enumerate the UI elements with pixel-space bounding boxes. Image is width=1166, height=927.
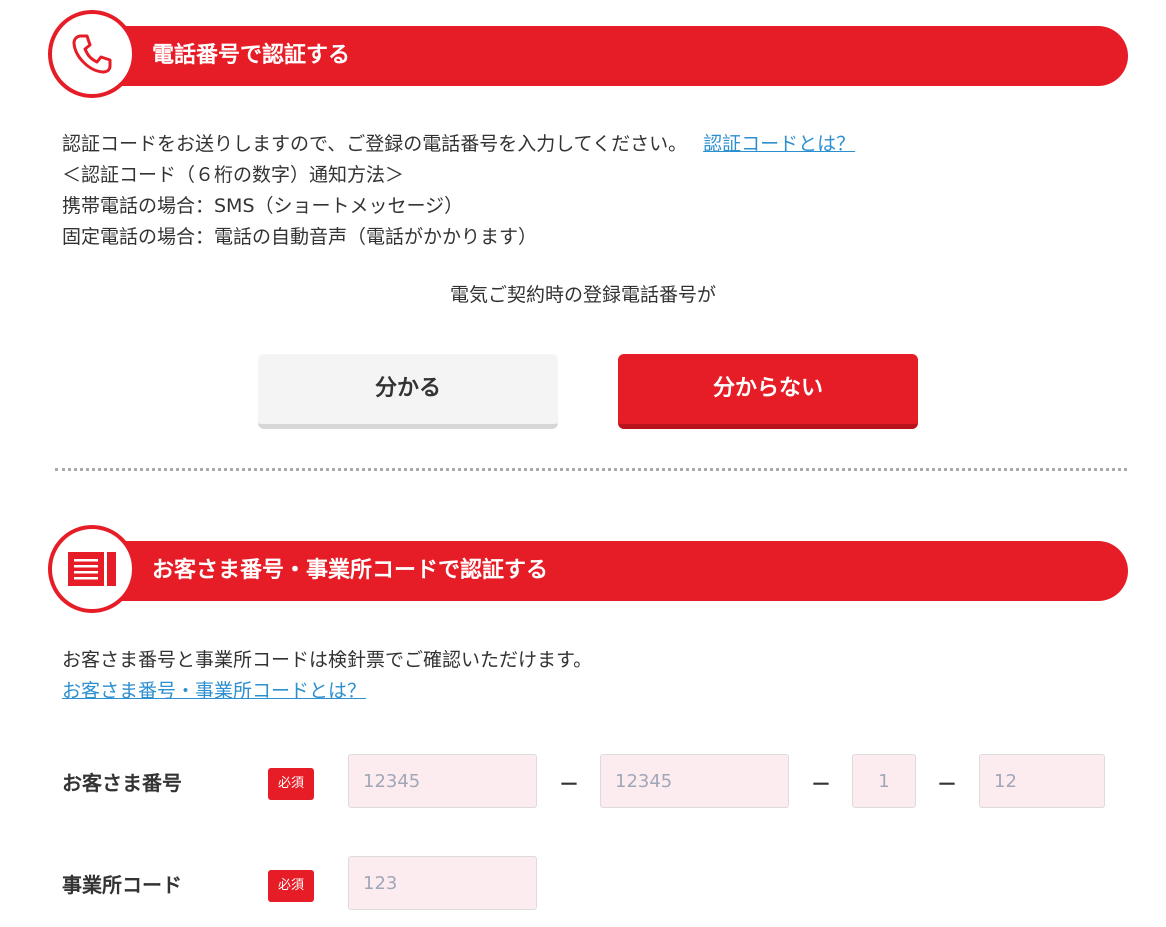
customer-number-separator: － xyxy=(937,772,957,796)
customer-number-field-4[interactable] xyxy=(979,754,1105,808)
dont-know-phone-button[interactable]: 分からない xyxy=(618,354,918,429)
customer-auth-title: お客さま番号・事業所コードで認証する xyxy=(152,558,549,583)
phone-auth-header: 電話番号で認証する xyxy=(48,6,1128,100)
customer-number-label: お客さま番号 xyxy=(62,771,182,795)
customer-auth-header: お客さま番号・事業所コードで認証する xyxy=(48,521,1128,615)
registered-phone-question: 電気ご契約時の登録電話番号が xyxy=(449,284,716,306)
phone-icon xyxy=(72,34,112,74)
meter-slip-icon xyxy=(68,552,116,586)
customer-number-separator: － xyxy=(559,772,579,796)
office-code-required-badge: 必須 xyxy=(268,870,314,902)
customer-number-field-1[interactable] xyxy=(348,754,537,808)
phone-auth-description-text: 認証コードをお送りしますので、ご登録の電話番号を入力してください。 xyxy=(62,133,688,155)
notify-method-heading: ＜認証コード（６桁の数字）通知方法＞ xyxy=(62,164,405,186)
office-code-field[interactable] xyxy=(348,856,537,910)
phone-icon-badge xyxy=(48,10,136,98)
meter-slip-icon-badge xyxy=(48,525,136,613)
phone-auth-title: 電話番号で認証する xyxy=(152,43,351,68)
office-code-label: 事業所コード xyxy=(62,873,182,897)
customer-number-separator: － xyxy=(811,772,831,796)
section-divider xyxy=(55,468,1127,471)
landline-method-text: 固定電話の場合：電話の自動音声（電話がかかります） xyxy=(62,226,538,248)
customer-number-help-link[interactable]: お客さま番号・事業所コードとは？ xyxy=(62,676,366,707)
customer-auth-description: お客さま番号と事業所コードは検針票でご確認いただけます。 xyxy=(62,649,593,671)
customer-number-field-3[interactable] xyxy=(852,754,916,808)
customer-number-field-2[interactable] xyxy=(600,754,789,808)
know-phone-button[interactable]: 分かる xyxy=(258,354,558,429)
customer-number-required-badge: 必須 xyxy=(268,768,314,800)
mobile-method-text: 携帯電話の場合：SMS（ショートメッセージ） xyxy=(62,195,464,217)
auth-code-help-link[interactable]: 認証コードとは？ xyxy=(703,133,855,155)
phone-auth-description: 認証コードをお送りしますので、ご登録の電話番号を入力してください。 認証コードと… xyxy=(62,129,855,160)
